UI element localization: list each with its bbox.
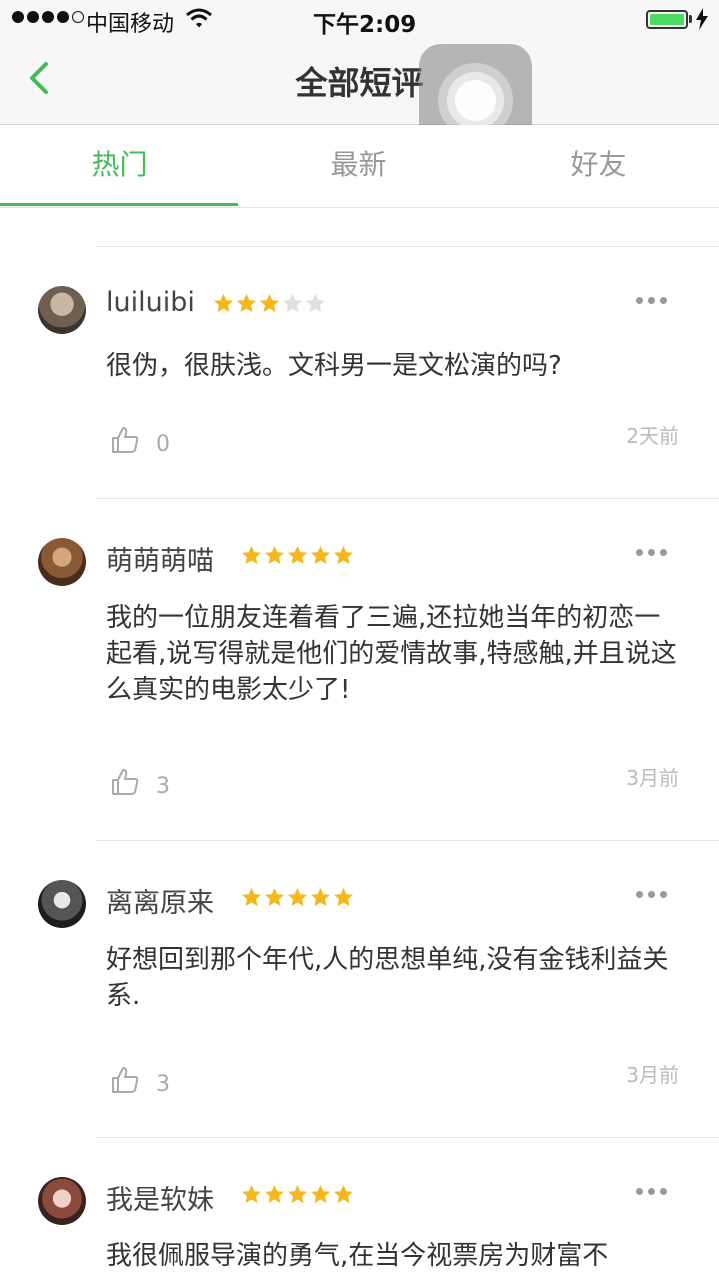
rating-stars (241, 1184, 354, 1205)
tab-hot[interactable]: 热门 (0, 125, 239, 205)
star-filled-icon (311, 546, 330, 564)
comment-text: 我很佩服导演的勇气,在当今视票房为财富不 (106, 1241, 609, 1271)
signal-strength-icon (12, 11, 84, 23)
battery-tip (689, 15, 692, 23)
active-tab-indicator (0, 203, 238, 206)
status-time: 下午2:09 (313, 12, 417, 38)
like-count: 3 (156, 1072, 170, 1097)
star-filled-icon (265, 546, 284, 564)
comment-text: 很伪，很肤浅。文科男一是文松演的吗? (106, 351, 562, 381)
tab-friends[interactable]: 好友 (479, 125, 718, 205)
bolt-icon (696, 8, 708, 30)
comment-time: 3月前 (626, 766, 679, 790)
avatar[interactable] (38, 286, 86, 334)
rating-stars (213, 293, 326, 314)
like-count: 3 (156, 774, 170, 799)
tab-bar: 热门 最新 好友 (0, 125, 719, 208)
more-options-icon[interactable] (636, 891, 668, 901)
star-filled-icon (311, 888, 330, 906)
more-options-icon[interactable] (636, 297, 668, 307)
star-filled-icon (242, 888, 261, 906)
username[interactable]: 离离原来 (106, 881, 214, 920)
more-options-icon[interactable] (636, 549, 668, 559)
username[interactable]: 我是软妹 (106, 1178, 214, 1217)
username[interactable]: luiluibi (106, 287, 195, 318)
divider (96, 246, 719, 247)
tab-latest[interactable]: 最新 (239, 125, 478, 205)
star-filled-icon (311, 1185, 330, 1203)
navigation-bar: 全部短评 (0, 40, 719, 158)
divider (96, 840, 719, 841)
comment-text: 好想回到那个年代,人的思想单纯,没有金钱利益关系. (106, 945, 669, 1011)
comment-time: 3月前 (626, 1063, 679, 1087)
star-filled-icon (334, 546, 353, 564)
divider (96, 498, 719, 499)
rating-stars (241, 887, 354, 908)
avatar[interactable] (38, 1177, 86, 1225)
status-bar: 中国移动 下午2:09 (0, 0, 719, 40)
carrier-name: 中国移动 (86, 12, 175, 37)
like-thumb-icon[interactable] (110, 767, 140, 797)
battery-icon (646, 10, 688, 29)
star-filled-icon (334, 1185, 353, 1203)
star-filled-icon (265, 888, 284, 906)
star-filled-icon (242, 546, 261, 564)
star-empty-icon (283, 294, 302, 312)
username[interactable]: 萌萌萌喵 (106, 539, 214, 578)
star-filled-icon (288, 546, 307, 564)
star-filled-icon (288, 888, 307, 906)
page-title: 全部短评 (295, 64, 424, 102)
wifi-icon (186, 8, 212, 28)
star-filled-icon (242, 1185, 261, 1203)
star-filled-icon (260, 294, 279, 312)
star-filled-icon (265, 1185, 284, 1203)
star-filled-icon (237, 294, 256, 312)
star-filled-icon (334, 888, 353, 906)
comment-time: 2天前 (626, 424, 679, 448)
rating-stars (241, 545, 354, 566)
like-count: 0 (156, 432, 170, 457)
more-options-icon[interactable] (636, 1188, 668, 1198)
star-filled-icon (214, 294, 233, 312)
star-filled-icon (288, 1185, 307, 1203)
like-thumb-icon[interactable] (110, 425, 140, 455)
avatar[interactable] (38, 880, 86, 928)
star-empty-icon (306, 294, 325, 312)
divider (96, 1137, 719, 1138)
comment-text: 我的一位朋友连着看了三遍,还拉她当年的初恋一起看,说写得就是他们的爱情故事,特感… (106, 603, 677, 705)
like-thumb-icon[interactable] (110, 1065, 140, 1095)
avatar[interactable] (38, 538, 86, 586)
